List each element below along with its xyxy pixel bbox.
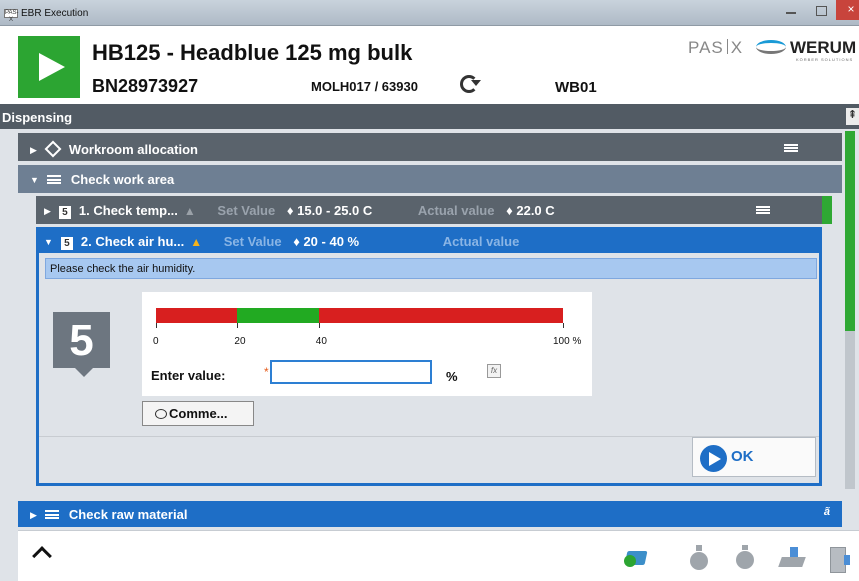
chevron-up-icon[interactable] xyxy=(33,545,53,559)
play-icon[interactable] xyxy=(18,36,80,98)
row-label: 2. Check air hu... xyxy=(80,234,185,249)
comment-icon xyxy=(155,409,167,419)
enter-value-label: Enter value: xyxy=(151,368,226,383)
menu-icon[interactable] xyxy=(784,144,798,152)
pasx-logo: PAS X xyxy=(688,38,743,58)
required-marker: * xyxy=(264,365,269,379)
unit-label: % xyxy=(446,369,458,384)
pasx-logo-right: X xyxy=(730,38,744,57)
warning-icon: ▲ xyxy=(183,204,196,218)
chevron-down-icon: ▼ xyxy=(30,175,39,185)
execute-icon[interactable] xyxy=(624,543,654,571)
window-title: EBR Execution xyxy=(21,8,89,19)
range-segment xyxy=(156,308,238,323)
workroom-code: WB01 xyxy=(555,79,597,96)
werum-swoosh-icon xyxy=(756,40,786,54)
stopwatch-icon[interactable] xyxy=(730,543,760,571)
list-icon xyxy=(44,510,59,519)
comment-label: Comme... xyxy=(169,406,228,421)
section-dispensing: Dispensing ⇞ xyxy=(0,104,859,129)
row-check-raw-material[interactable]: ▶ Check raw material ã xyxy=(18,501,842,527)
row-check-work-area[interactable]: ▼ Check work area xyxy=(18,165,842,193)
ok-label: OK xyxy=(731,448,754,465)
step-icon: 5 xyxy=(60,237,73,250)
close-button[interactable]: × xyxy=(836,0,859,20)
range-bar xyxy=(156,308,563,323)
pasx-logo-left: PAS xyxy=(688,38,724,57)
row-label: Check raw material xyxy=(68,507,188,522)
arrow-right-icon xyxy=(700,445,727,472)
status-check xyxy=(822,196,832,224)
set-value: ♦ 15.0 - 25.0 C xyxy=(286,203,373,218)
range-tick-label: 100 % xyxy=(553,336,582,347)
actual-value-label: Actual value xyxy=(417,203,495,218)
equipment-icon[interactable] xyxy=(778,543,808,571)
order-header: HB125 - Headblue 125 mg bulk BN28973927 … xyxy=(18,26,859,104)
range-tick xyxy=(318,323,320,328)
actual-value-label: Actual value xyxy=(442,234,520,249)
chevron-down-icon: ▼ xyxy=(44,237,53,247)
batch-number: BN28973927 xyxy=(92,76,199,96)
progress-rail xyxy=(845,131,855,489)
range-segment xyxy=(318,308,563,323)
row-label: 1. Check temp... xyxy=(78,203,178,218)
product-title: HB125 - Headblue 125 mg bulk xyxy=(92,40,413,65)
werum-logo-text: WERUM xyxy=(790,38,857,57)
werum-logo: WERUM xyxy=(756,38,856,58)
menu-icon[interactable] xyxy=(756,206,770,214)
row-workroom-allocation[interactable]: ▶ Workroom allocation xyxy=(18,133,842,161)
range-tick xyxy=(237,323,239,328)
set-value-label: Set Value xyxy=(223,234,282,249)
chevron-right-icon: ▶ xyxy=(44,206,51,216)
exit-icon[interactable] xyxy=(824,543,854,573)
chevron-right-icon: ▶ xyxy=(30,510,37,520)
pending-icon: ã xyxy=(823,506,830,518)
werum-logo-sub: KÖRBER SOLUTIONS xyxy=(796,57,854,62)
maximize-button[interactable] xyxy=(806,0,836,20)
step-icon: 5 xyxy=(58,206,71,219)
set-value-label: Set Value xyxy=(217,203,276,218)
instruction-text: Please check the air humidity. xyxy=(45,258,817,279)
set-value: ♦ 20 - 40 % xyxy=(293,234,360,249)
comment-button[interactable]: Comme... xyxy=(142,401,254,426)
actual-value: ♦ 22.0 C xyxy=(506,203,555,218)
timer-icon[interactable] xyxy=(684,543,714,571)
ok-button[interactable]: OK xyxy=(692,437,816,477)
footer-toolbar xyxy=(18,530,859,581)
row-label: Check work area xyxy=(70,172,175,187)
range-tick xyxy=(563,323,564,328)
chevron-right-icon: ▶ xyxy=(30,145,37,155)
step-content: Please check the air humidity. 5 0 20 40 10… xyxy=(36,253,822,486)
order-reference: MOLH017 / 63930 xyxy=(311,79,418,94)
step-number-badge: 5 xyxy=(53,312,110,377)
row-check-air-humidity[interactable]: ▼ 5 2. Check air hu... ▲ Set Value ♦ 20 - 4… xyxy=(36,227,822,253)
app-icon: PAS-X xyxy=(4,9,19,23)
formula-icon[interactable]: fx xyxy=(487,364,501,378)
value-input[interactable] xyxy=(270,360,432,384)
range-tick-label: 20 xyxy=(234,336,246,347)
left-edge xyxy=(0,26,18,104)
input-panel: 0 20 40 100 % Enter value: * % fx xyxy=(142,292,592,396)
status-check xyxy=(845,133,855,159)
refresh-icon[interactable] xyxy=(460,75,481,93)
range-tick-label: 40 xyxy=(315,336,327,347)
warning-icon: ▲ xyxy=(190,235,203,249)
minimize-button[interactable] xyxy=(776,0,806,20)
range-tick xyxy=(156,323,157,328)
window-titlebar: PAS-X EBR Execution × xyxy=(0,0,859,26)
range-tick-label: 0 xyxy=(153,336,159,347)
range-segment xyxy=(237,308,319,323)
row-check-temp[interactable]: ▶ 5 1. Check temp... ▲ Set Value ♦ 15.0 - 2… xyxy=(36,196,822,224)
section-title: Dispensing xyxy=(2,110,73,125)
diamond-icon xyxy=(44,140,62,158)
row-label: Workroom allocation xyxy=(68,142,198,157)
list-icon xyxy=(46,175,61,184)
pin-icon[interactable]: ⇞ xyxy=(846,108,859,125)
